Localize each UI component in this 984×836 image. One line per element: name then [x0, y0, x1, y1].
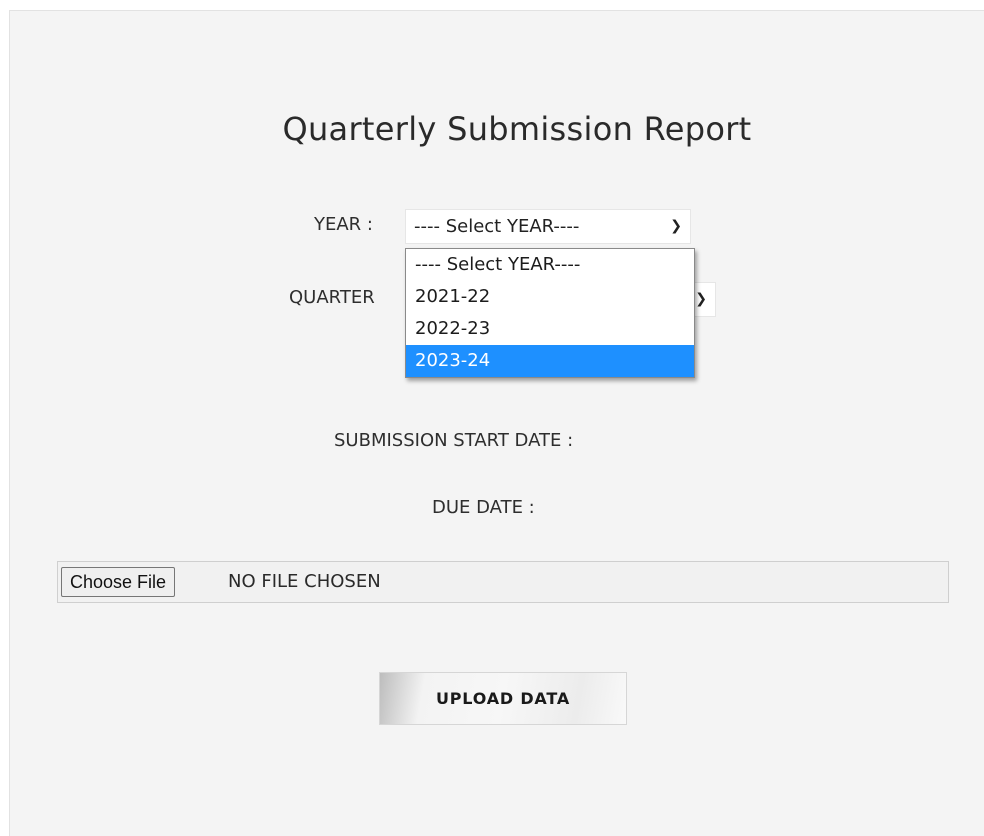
year-option-highlighted[interactable]: 2023-24	[406, 345, 694, 377]
file-status: NO FILE CHOSEN	[228, 571, 381, 592]
year-select-value: ---- Select YEAR----	[414, 216, 580, 237]
chevron-down-icon: ❯	[670, 218, 682, 234]
year-option[interactable]: 2021-22	[406, 281, 694, 313]
chevron-down-icon: ❯	[695, 291, 707, 307]
file-input[interactable]: Choose File NO FILE CHOSEN	[57, 561, 949, 603]
choose-file-button[interactable]: Choose File	[61, 567, 176, 597]
year-option[interactable]: ---- Select YEAR----	[406, 249, 694, 281]
submission-start-date-label: SUBMISSION START DATE :	[334, 430, 574, 451]
upload-data-button[interactable]: UPLOAD DATA	[379, 672, 627, 725]
page-title: Quarterly Submission Report	[282, 110, 752, 148]
due-date-label: DUE DATE :	[432, 497, 535, 518]
year-label: YEAR :	[314, 214, 373, 235]
year-option[interactable]: 2022-23	[406, 313, 694, 345]
year-dropdown-list: ---- Select YEAR---- 2021-22 2022-23 202…	[405, 248, 695, 378]
quarter-label: QUARTER	[289, 287, 375, 308]
year-select[interactable]: ---- Select YEAR---- ❯	[405, 209, 691, 244]
